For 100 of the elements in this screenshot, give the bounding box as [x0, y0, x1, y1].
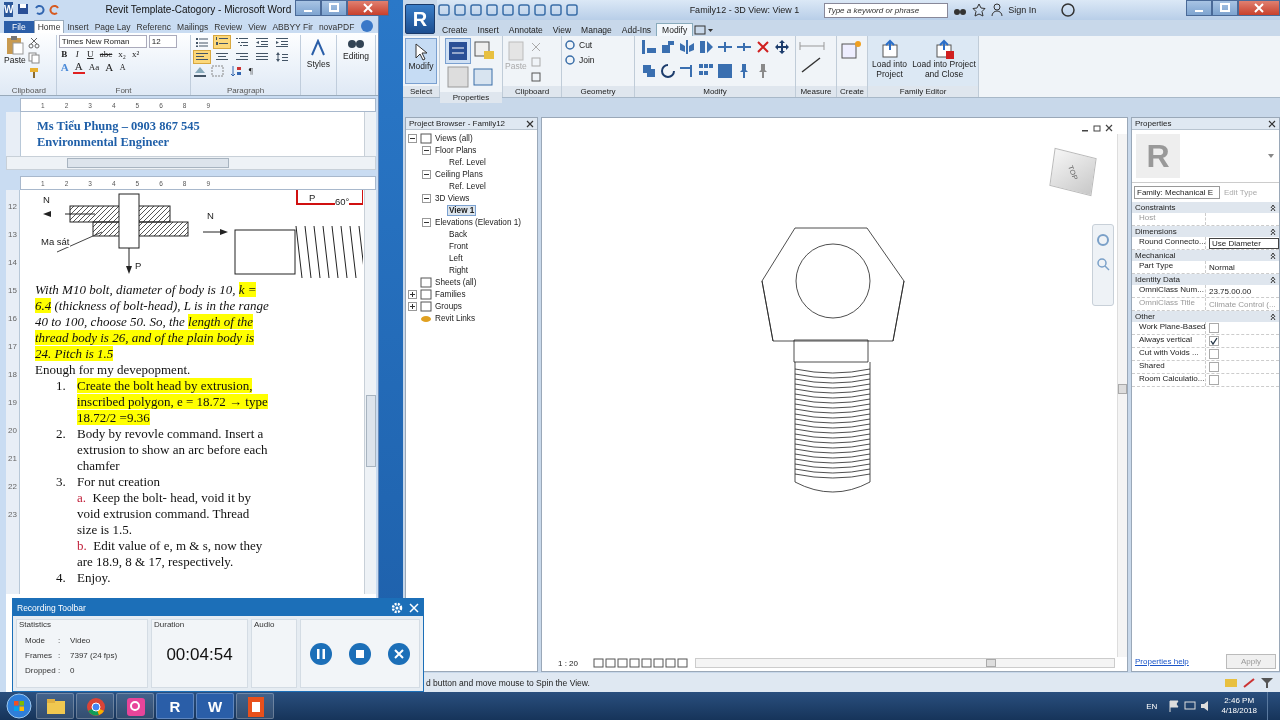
- view-control-icon[interactable]: [641, 658, 652, 668]
- editing-button[interactable]: Editing: [337, 35, 376, 95]
- tree-item[interactable]: Floor Plans: [434, 145, 478, 155]
- format-button[interactable]: abc: [97, 49, 115, 59]
- checkbox[interactable]: [1209, 323, 1219, 333]
- ribbon-tab[interactable]: Insert: [64, 21, 92, 33]
- move-icon[interactable]: [773, 39, 790, 55]
- view-control-icon[interactable]: [677, 658, 688, 668]
- align-left-button[interactable]: [193, 50, 212, 64]
- ribbon-tab[interactable]: Annotate: [503, 24, 548, 36]
- tree-item[interactable]: Groups: [434, 301, 463, 311]
- format-button[interactable]: x₂: [116, 49, 128, 59]
- view-control-icon[interactable]: [617, 658, 628, 668]
- show-formatting-button[interactable]: ¶: [245, 66, 257, 76]
- format-button[interactable]: A: [103, 61, 116, 73]
- browser-icon[interactable]: [76, 693, 114, 719]
- format-button[interactable]: B: [58, 49, 70, 59]
- tree-item[interactable]: Left: [448, 253, 464, 263]
- close-icon[interactable]: [526, 119, 534, 128]
- type-selector[interactable]: Family: Mechanical E: [1134, 186, 1220, 199]
- taskbar-app[interactable]: R: [156, 693, 194, 719]
- toolbar-icon[interactable]: [453, 3, 467, 17]
- toolbar-icon[interactable]: [565, 3, 579, 17]
- expand-toggle[interactable]: [422, 145, 431, 155]
- status-icon[interactable]: [1242, 676, 1256, 689]
- ribbon-tab[interactable]: File: [4, 21, 34, 33]
- styles-button[interactable]: Styles: [300, 35, 337, 95]
- mirror-icon[interactable]: [697, 39, 714, 55]
- tree-item[interactable]: Views (all): [434, 133, 474, 143]
- view-control-icon[interactable]: [593, 658, 604, 668]
- tree-item[interactable]: Ref. Level: [448, 181, 487, 191]
- collapse-icon[interactable]: [1270, 227, 1276, 236]
- numbering-button[interactable]: [213, 35, 232, 49]
- ribbon-tab[interactable]: Insert: [472, 24, 504, 36]
- ribbon-tab[interactable]: Home: [33, 20, 65, 33]
- application-button[interactable]: R: [405, 4, 435, 34]
- expand-toggle[interactable]: [422, 193, 431, 203]
- toolbar-icon[interactable]: [469, 3, 483, 17]
- close-icon[interactable]: [1238, 0, 1280, 16]
- properties-help-link[interactable]: Properties help: [1135, 657, 1189, 666]
- ribbon-tab[interactable]: Create: [437, 24, 473, 36]
- collapse-icon[interactable]: [1270, 251, 1276, 260]
- scrollbar[interactable]: [364, 112, 376, 156]
- modify-button[interactable]: Modify: [405, 38, 437, 84]
- language-indicator[interactable]: EN: [1146, 701, 1158, 711]
- property-value[interactable]: Normal: [1209, 262, 1235, 272]
- tree-item[interactable]: Sheets (all): [434, 277, 478, 287]
- ribbon-tab[interactable]: Review: [211, 21, 246, 33]
- property-field[interactable]: Use Diameter: [1209, 237, 1279, 249]
- split-icon[interactable]: [716, 39, 733, 55]
- collapse-icon[interactable]: [1270, 312, 1276, 321]
- sort-icon[interactable]: [229, 65, 244, 77]
- user-icon[interactable]: [991, 3, 1004, 17]
- sign-in-link[interactable]: Sign In: [1008, 5, 1037, 15]
- view-scale[interactable]: 1 : 20: [558, 658, 578, 668]
- format-button[interactable]: U: [84, 49, 96, 59]
- ribbon-tab[interactable]: novaPDF: [315, 21, 358, 33]
- checkbox[interactable]: [1209, 375, 1219, 385]
- ribbon-tab[interactable]: View: [547, 24, 577, 36]
- expand-toggle[interactable]: [408, 289, 417, 299]
- tree-item[interactable]: View 1: [448, 205, 476, 215]
- view-control-icon[interactable]: [605, 658, 616, 668]
- ribbon-tab[interactable]: Add-Ins: [616, 24, 657, 36]
- align-icon[interactable]: [640, 39, 657, 55]
- ribbon-tab[interactable]: Mailings: [174, 21, 212, 33]
- horizontal-scrollbar[interactable]: [695, 658, 1115, 668]
- expand-toggle[interactable]: [422, 169, 431, 179]
- cancel-button[interactable]: [388, 642, 410, 665]
- format-button[interactable]: Aa: [86, 62, 102, 72]
- join-button[interactable]: Join: [564, 54, 595, 66]
- delete-icon[interactable]: [754, 39, 771, 55]
- tree-item[interactable]: Back: [448, 229, 469, 239]
- checkbox[interactable]: [1209, 349, 1219, 359]
- toolbar-icon[interactable]: [533, 3, 547, 17]
- format-button[interactable]: x²: [129, 49, 142, 59]
- taskbar-app[interactable]: W: [196, 693, 234, 719]
- mirror-icon[interactable]: [678, 39, 695, 55]
- scrollbar[interactable]: [364, 190, 376, 594]
- trim-icon[interactable]: [678, 63, 695, 79]
- panel-toggle-icon[interactable]: [693, 24, 716, 36]
- view-control-icon[interactable]: [653, 658, 664, 668]
- tree-item[interactable]: Right: [448, 265, 470, 275]
- toolbar-icon[interactable]: [485, 3, 499, 17]
- tree-item[interactable]: Revit Links: [434, 313, 477, 323]
- close-icon[interactable]: [1268, 119, 1276, 128]
- expand-toggle[interactable]: [408, 301, 417, 311]
- expand-toggle[interactable]: [422, 217, 431, 227]
- checkbox[interactable]: [1209, 362, 1219, 372]
- filter-icon[interactable]: [1260, 676, 1274, 689]
- view-control-icon[interactable]: [629, 658, 640, 668]
- toolbar-icon[interactable]: [517, 3, 531, 17]
- tree-item[interactable]: 3D Views: [434, 193, 471, 203]
- expand-toggle[interactable]: [408, 133, 417, 143]
- properties-icon[interactable]: [446, 39, 470, 63]
- ribbon-tab[interactable]: Manage: [576, 24, 617, 36]
- folder-icon[interactable]: [36, 693, 74, 719]
- cut-button[interactable]: Cut: [564, 39, 593, 51]
- pause-button[interactable]: [310, 642, 332, 665]
- document-icon[interactable]: [236, 693, 274, 719]
- close-icon[interactable]: [347, 0, 390, 16]
